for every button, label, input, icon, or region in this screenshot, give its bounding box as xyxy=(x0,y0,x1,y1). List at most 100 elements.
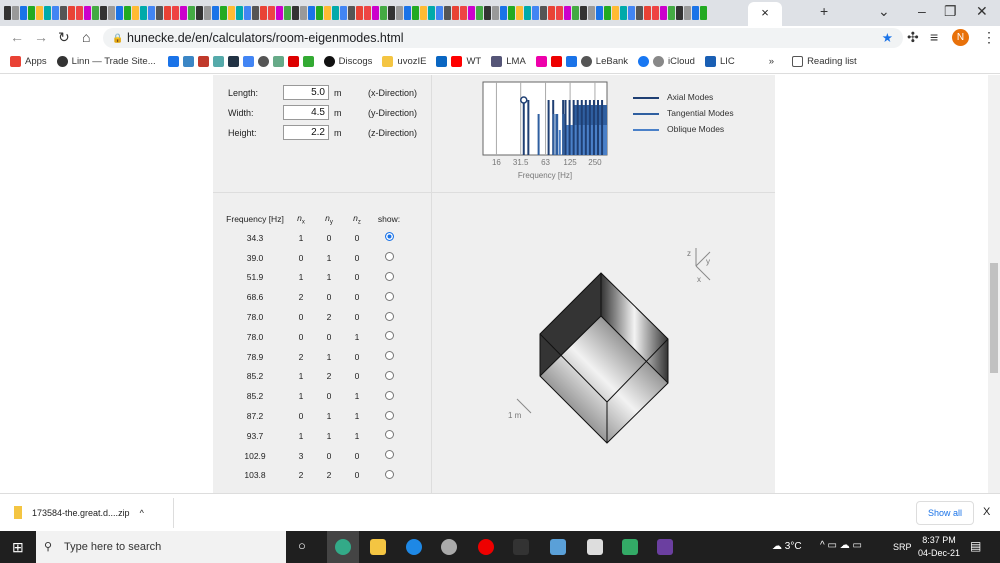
profile-avatar[interactable]: N xyxy=(952,29,969,46)
close-window-button[interactable]: ✕ xyxy=(976,3,988,20)
tab-favicon[interactable] xyxy=(116,6,123,20)
windows-start-icon[interactable]: ⊞ xyxy=(12,539,24,556)
tab-favicon[interactable] xyxy=(132,6,139,20)
tab-favicon[interactable] xyxy=(676,6,683,20)
show-mode-radio[interactable] xyxy=(384,469,394,479)
tab-favicon[interactable] xyxy=(700,6,707,20)
show-mode-radio[interactable] xyxy=(384,331,394,341)
tab-favicon[interactable] xyxy=(596,6,603,20)
taskbar-search[interactable]: ⚲ Type here to search xyxy=(36,531,286,563)
tab-favicon[interactable] xyxy=(380,6,387,20)
bookmark-icons[interactable] xyxy=(167,56,314,67)
show-mode-radio[interactable] xyxy=(384,430,394,440)
tab-favicon[interactable] xyxy=(108,6,115,20)
tab-favicon[interactable] xyxy=(324,6,331,20)
tray-icons[interactable]: ^ ▭ ☁ ▭ xyxy=(820,540,862,551)
tab-favicon[interactable] xyxy=(636,6,643,20)
download-item[interactable]: 173584-the.great.d....zip ^ xyxy=(14,506,144,519)
linn-taskbar[interactable] xyxy=(513,539,529,555)
tab-favicon[interactable] xyxy=(580,6,587,20)
tab-favicon[interactable] xyxy=(76,6,83,20)
bookmark-icloud[interactable]: iCloud xyxy=(638,56,695,67)
close-download-bar[interactable]: X xyxy=(983,506,990,518)
explorer-taskbar[interactable] xyxy=(370,539,386,555)
tab-favicon[interactable] xyxy=(140,6,147,20)
bookmarks-more[interactable]: » xyxy=(769,56,774,67)
tab-favicon[interactable] xyxy=(188,6,195,20)
tab-favicon[interactable] xyxy=(420,6,427,20)
minimize-button[interactable]: – xyxy=(918,3,926,19)
scrollbar-thumb[interactable] xyxy=(990,263,998,373)
opera-taskbar[interactable] xyxy=(478,539,494,555)
tab-favicon[interactable] xyxy=(292,6,299,20)
cortana-icon[interactable]: ○ xyxy=(298,538,306,553)
tab-favicon[interactable] xyxy=(460,6,467,20)
tab-favicon[interactable] xyxy=(164,6,171,20)
tab-favicon[interactable] xyxy=(348,6,355,20)
tab-favicon[interactable] xyxy=(684,6,691,20)
rew-taskbar[interactable] xyxy=(657,539,673,555)
tab-favicon[interactable] xyxy=(372,6,379,20)
tab-favicon[interactable] xyxy=(508,6,515,20)
back-icon[interactable]: ← xyxy=(10,29,24,45)
tab-favicon[interactable] xyxy=(180,6,187,20)
menu-icon[interactable]: ⋮ xyxy=(982,29,996,46)
tab-favicon[interactable] xyxy=(668,6,675,20)
tab-favicon[interactable] xyxy=(364,6,371,20)
width-input[interactable]: 4.5 xyxy=(283,105,329,120)
tab-favicon[interactable] xyxy=(84,6,91,20)
tab-favicon[interactable] xyxy=(564,6,571,20)
tab-favicon[interactable] xyxy=(652,6,659,20)
tab-favicon[interactable] xyxy=(620,6,627,20)
tab-favicon[interactable] xyxy=(396,6,403,20)
tab-favicon[interactable] xyxy=(60,6,67,20)
tab-favicon[interactable] xyxy=(12,6,19,20)
tab-favicon[interactable] xyxy=(468,6,475,20)
tab-favicon[interactable] xyxy=(572,6,579,20)
tab-favicon[interactable] xyxy=(28,6,35,20)
tab-favicon[interactable] xyxy=(492,6,499,20)
show-all-button[interactable]: Show all xyxy=(916,501,974,525)
height-input[interactable]: 2.2 xyxy=(283,125,329,140)
tab-favicon[interactable] xyxy=(540,6,547,20)
tab-favicon[interactable] xyxy=(404,6,411,20)
tab-favicon[interactable] xyxy=(332,6,339,20)
tab-favicon[interactable] xyxy=(660,6,667,20)
app-taskbar[interactable] xyxy=(622,539,638,555)
show-mode-radio[interactable] xyxy=(384,232,394,242)
reading-list[interactable]: Reading list xyxy=(792,56,857,67)
reload-icon[interactable]: ↻ xyxy=(58,29,70,46)
edge-taskbar[interactable] xyxy=(406,539,422,555)
tab-favicon[interactable] xyxy=(532,6,539,20)
app-taskbar[interactable] xyxy=(441,539,457,555)
bookmark-uvozie[interactable]: uvozIE xyxy=(382,56,426,67)
tab-favicon[interactable] xyxy=(92,6,99,20)
show-mode-radio[interactable] xyxy=(384,390,394,400)
tab-favicon[interactable] xyxy=(124,6,131,20)
tab-favicon[interactable] xyxy=(476,6,483,20)
active-tab[interactable]: × xyxy=(748,2,782,26)
tab-favicon[interactable] xyxy=(556,6,563,20)
tab-favicon[interactable] xyxy=(52,6,59,20)
tab-favicon[interactable] xyxy=(484,6,491,20)
address-bar[interactable]: 🔒 hunecke.de/en/calculators/room-eigenmod… xyxy=(103,28,903,48)
tab-favicon[interactable] xyxy=(20,6,27,20)
show-mode-radio[interactable] xyxy=(384,351,394,361)
tab-favicon[interactable] xyxy=(204,6,211,20)
tab-favicon[interactable] xyxy=(516,6,523,20)
bookmark-lic[interactable]: LIC xyxy=(704,56,735,67)
tab-favicon[interactable] xyxy=(436,6,443,20)
tab-favicon[interactable] xyxy=(628,6,635,20)
bookmark-discogs[interactable]: Discogs xyxy=(323,56,372,67)
tab-favicon[interactable] xyxy=(284,6,291,20)
tab-favicon[interactable] xyxy=(444,6,451,20)
show-mode-radio[interactable] xyxy=(384,370,394,380)
restore-button[interactable]: ❐ xyxy=(944,3,957,20)
tab-favicon[interactable] xyxy=(172,6,179,20)
tab-favicon[interactable] xyxy=(148,6,155,20)
language[interactable]: SRP xyxy=(893,542,912,552)
weather[interactable]: ☁ 3°C xyxy=(772,541,802,552)
bookmark-lma[interactable]: LMA xyxy=(491,56,526,67)
tab-favicon[interactable] xyxy=(412,6,419,20)
app-taskbar[interactable] xyxy=(550,539,566,555)
